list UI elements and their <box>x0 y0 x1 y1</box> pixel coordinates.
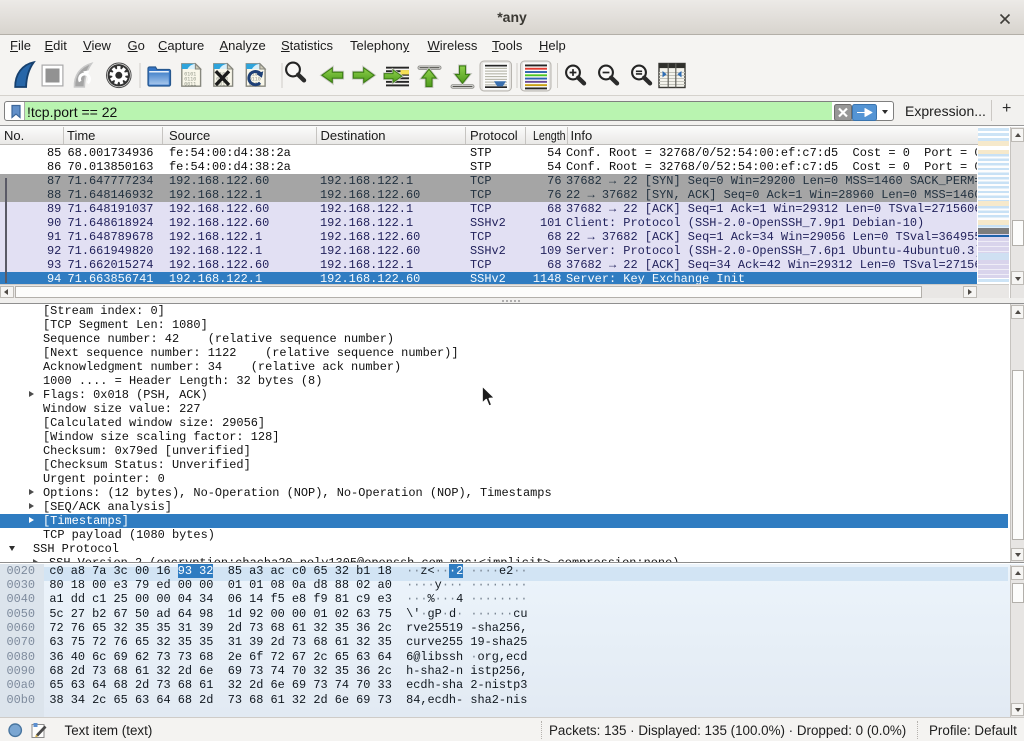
svg-text:0011: 0011 <box>184 82 196 88</box>
